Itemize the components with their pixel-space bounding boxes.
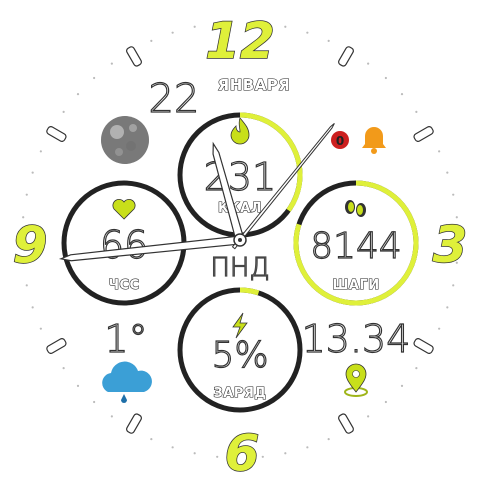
minute-dot [76,384,80,387]
heart-rate-label: ЧСС [108,278,139,293]
minute-dot [39,150,42,153]
minute-dot [446,171,449,174]
tick-11 [126,46,142,67]
numeral-3: 3 [433,216,468,274]
minute-dot [150,39,153,42]
minute-dot [193,452,196,455]
tick-1 [338,46,354,67]
minute-dot [306,446,309,449]
minute-dot [93,400,96,404]
minute-dot [93,76,96,80]
minute-dot [62,367,65,370]
location-time: 13.34 [302,317,411,361]
minute-dot [327,39,330,42]
steps-label: ШАГИ [332,278,379,293]
date-day: 22 [149,76,200,122]
minute-dot [171,446,174,449]
notification-count: 0 [336,134,344,148]
weekday: ПНД [210,253,269,283]
watch-face: 12 3 6 9 22 ЯНВАРЯ ПНД 0 231 ККАЛ 66 ЧСС… [12,11,468,480]
minute-dot [62,110,65,113]
minute-dot [39,327,42,330]
minute-dot [438,150,441,153]
minute-dot [25,193,28,196]
minute-dot [367,62,370,65]
minute-dot [415,110,418,113]
battery-label: ЗАРЯД [214,386,267,401]
minute-dot [110,62,113,65]
steps-complication[interactable]: 8144 ШАГИ [293,180,419,306]
battery-complication[interactable]: 5% ЗАРЯД [177,287,303,413]
tick-8 [46,338,67,354]
minute-dot [150,438,153,441]
minute-dot [415,367,418,370]
minute-dot [171,31,174,34]
minute-dot [400,93,404,96]
calories-complication[interactable]: 231 ККАЛ [177,112,303,238]
tick-2 [413,126,434,142]
minute-dot [31,306,34,309]
numeral-6: 6 [225,424,260,480]
minute-dot [367,415,370,418]
heart-rate-complication[interactable]: 66 ЧСС [61,180,187,306]
notification-badge[interactable]: 0 [331,131,349,149]
date-month: ЯНВАРЯ [218,76,291,94]
tick-5 [338,413,354,434]
minute-dot [216,455,219,458]
minute-dot [327,438,330,441]
bell-icon[interactable] [362,127,386,154]
weather-temperature: 1° [104,317,147,361]
steps-value: 8144 [310,226,402,267]
minute-dot [284,25,287,28]
minute-dot [438,327,441,330]
minute-dot [452,284,455,287]
numeral-12: 12 [205,12,275,70]
heart-rate-value: 66 [100,223,148,267]
minute-dot [384,400,387,404]
minute-dot [400,384,404,387]
minute-dot [31,171,34,174]
map-pin-icon[interactable] [344,363,368,397]
minute-dot [261,455,264,458]
battery-value: 5% [211,335,268,376]
calories-label: ККАЛ [218,201,262,216]
tick-10 [46,126,67,142]
minute-dot [306,31,309,34]
tick-4 [413,338,434,354]
moon-icon [101,116,149,164]
cloud-rain-icon[interactable] [102,361,152,403]
minute-dot [446,306,449,309]
minute-dot [25,284,28,287]
minute-dot [384,76,387,80]
minute-dot [110,415,113,418]
minute-dot [452,193,455,196]
minute-dot [76,93,80,96]
minute-dot [193,25,196,28]
minute-dot [284,452,287,455]
numeral-9: 9 [13,216,48,274]
tick-7 [126,413,142,434]
